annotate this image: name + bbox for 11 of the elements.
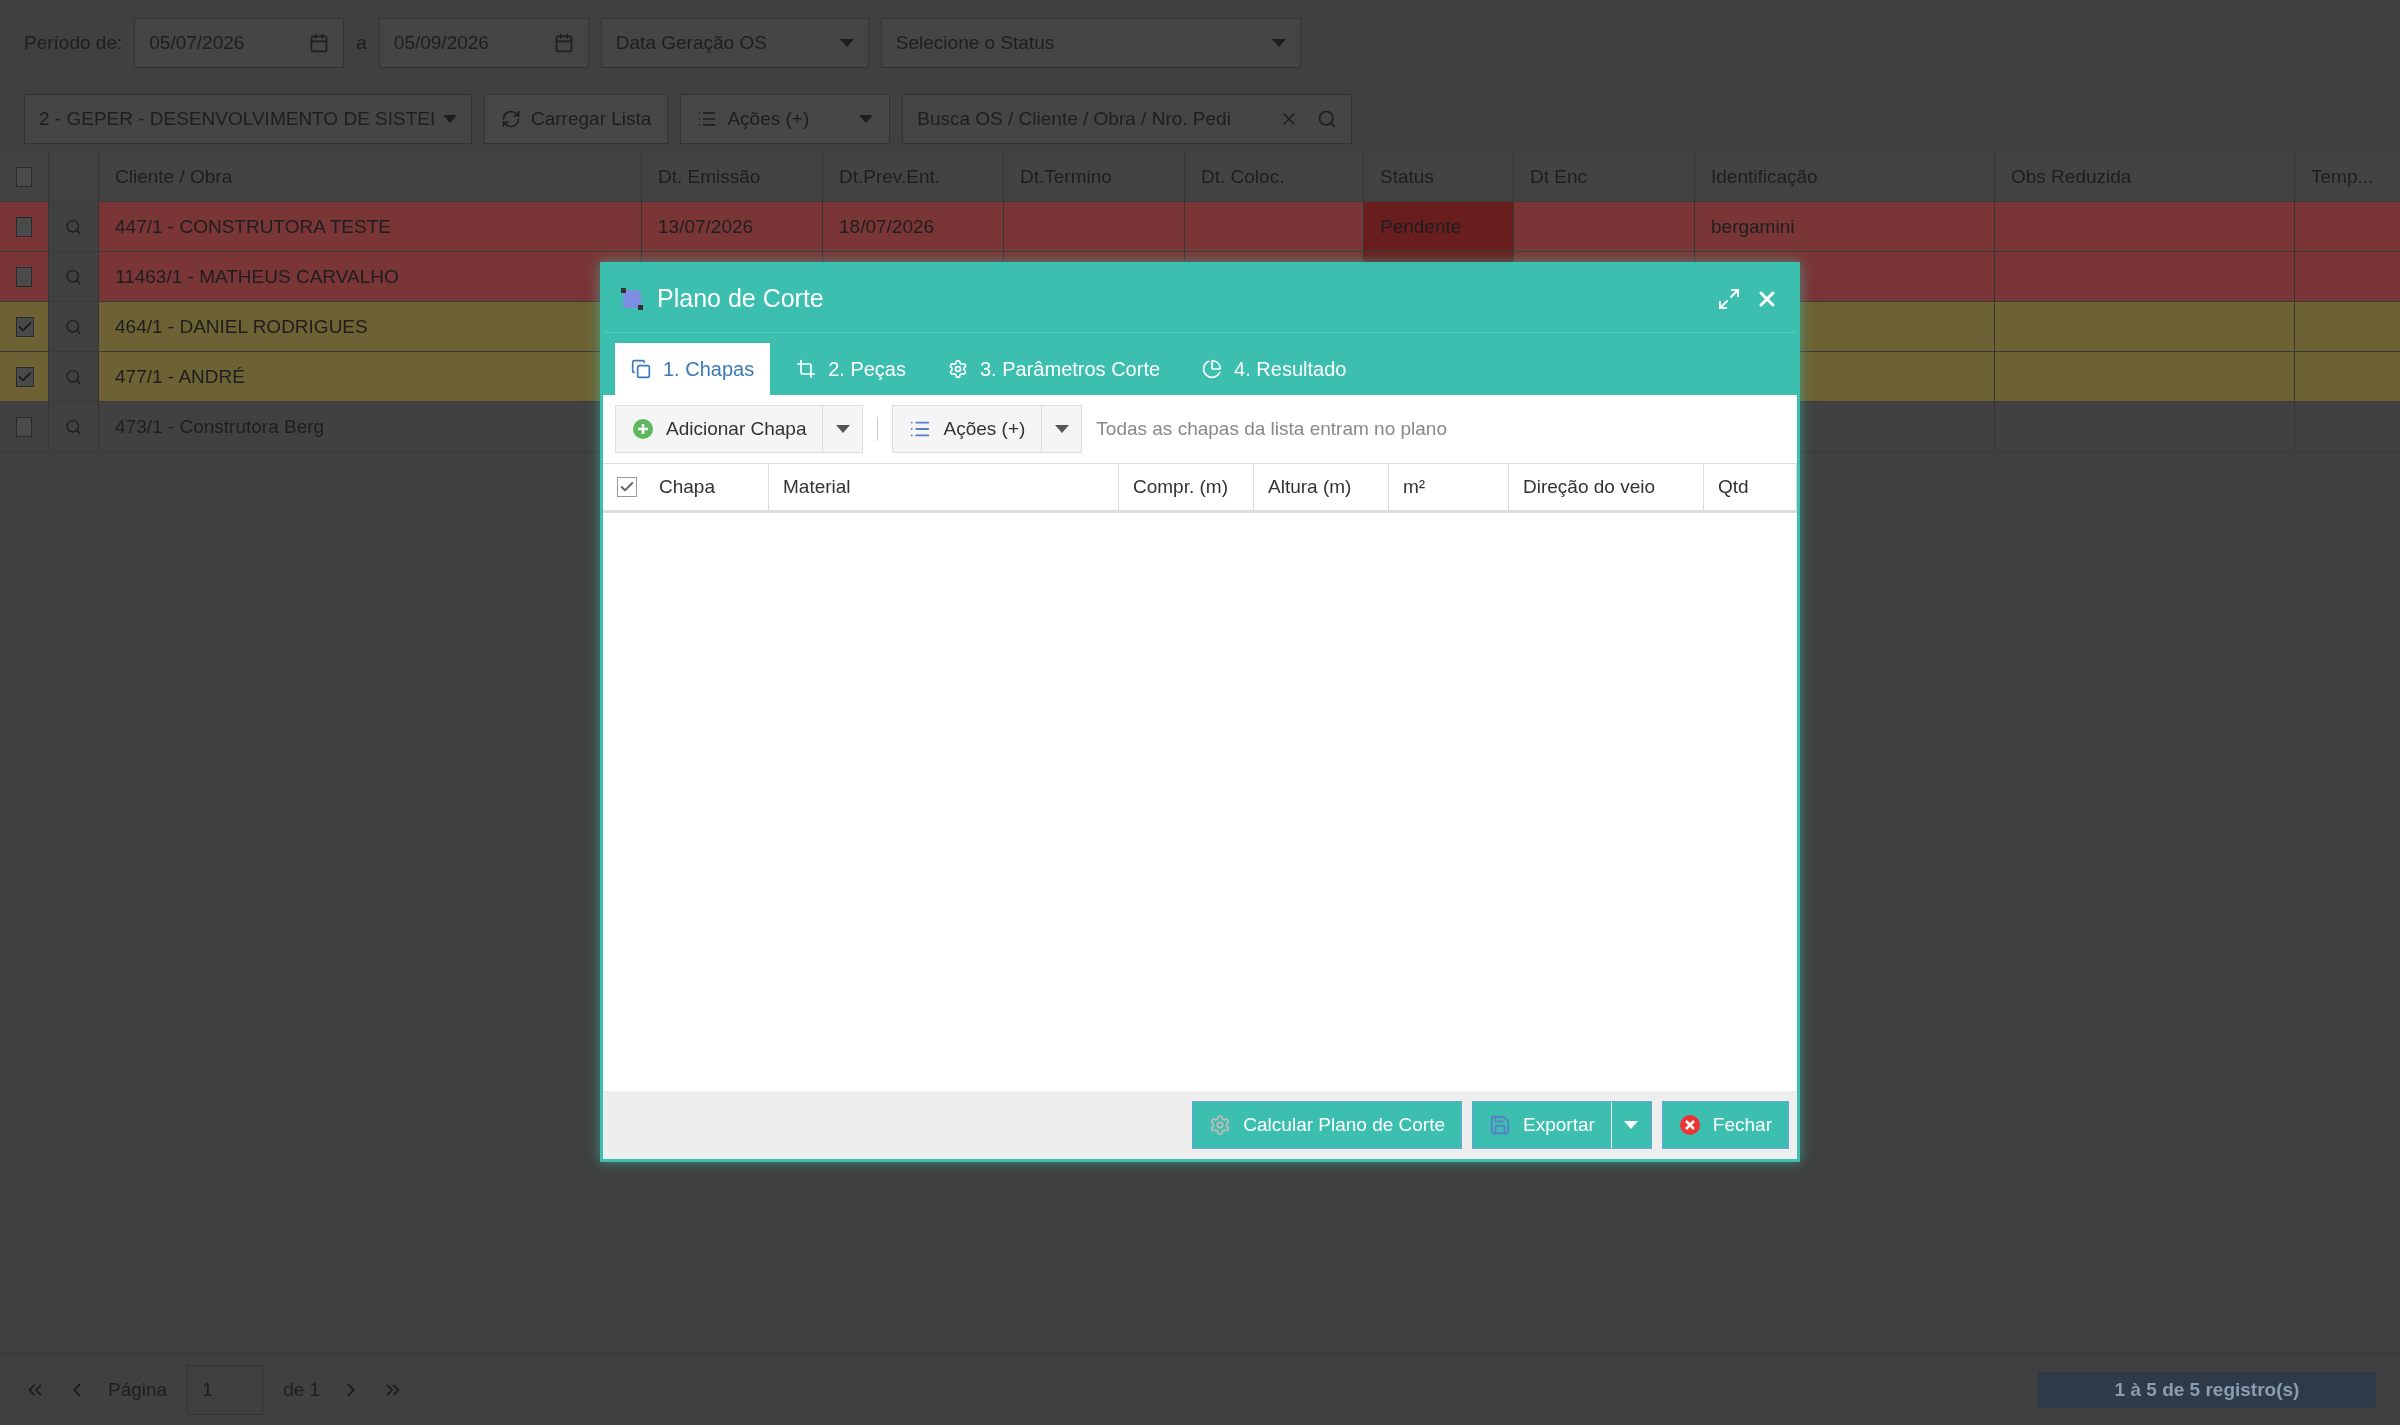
table-cell: 464/1 - DANIEL RODRIGUES [115, 315, 368, 338]
table-cell: 11463/1 - MATHEUS CARVALHO [115, 265, 399, 288]
info-text: Todas as chapas da lista entram no plano [1096, 418, 1447, 440]
table-cell: 18/07/2026 [839, 215, 935, 238]
table-cell: 13/07/2026 [658, 215, 754, 238]
table-cell: Pendente [1380, 215, 1462, 238]
table-cell: 477/1 - ANDRÉ [115, 365, 245, 388]
record-summary: 1 à 5 de 5 registro(s) [2038, 1371, 2376, 1408]
table-cell: bergamini [1711, 215, 1795, 238]
dialog-title: Plano de Corte [657, 284, 824, 313]
table-cell: 447/1 - CONSTRUTORA TESTE [115, 215, 391, 238]
